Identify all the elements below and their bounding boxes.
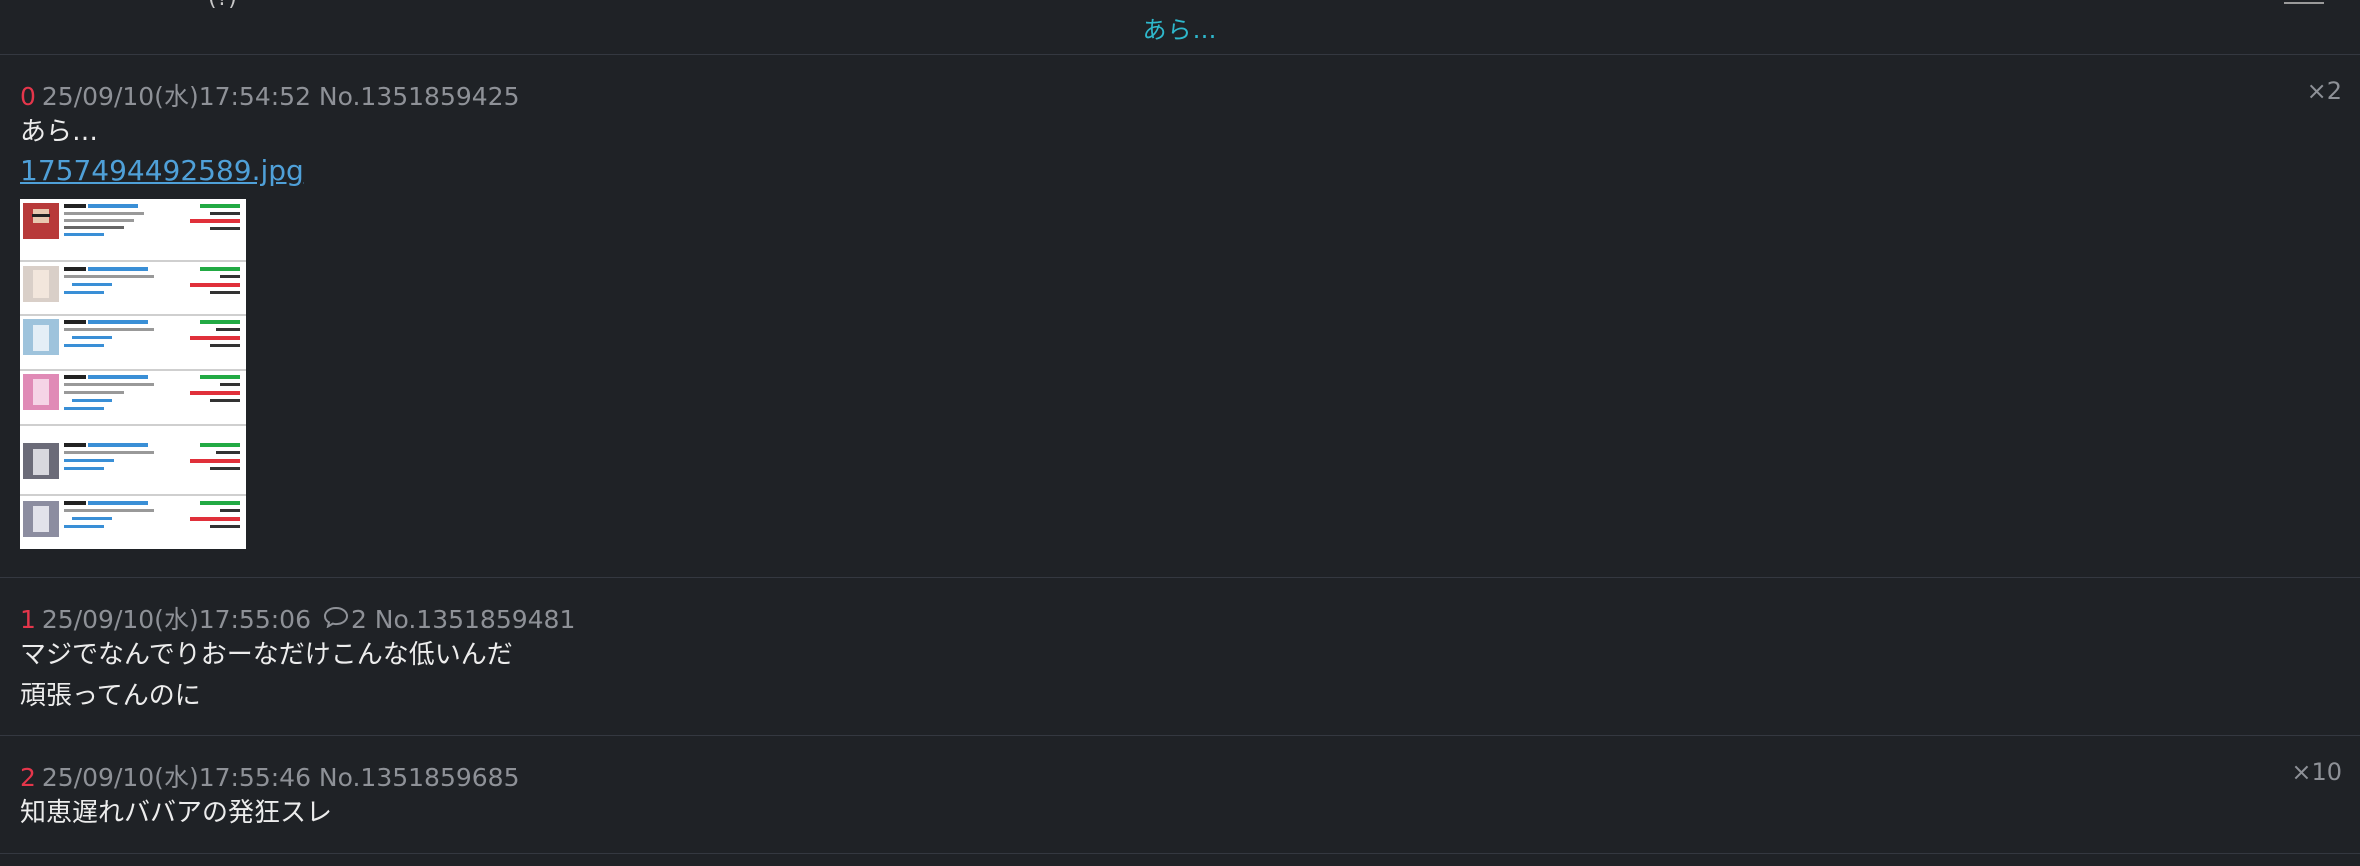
post-header: 0 25/09/10(水)17:54:52 No.1351859425 [20,77,519,113]
top-right-partial-icon[interactable] [2284,0,2324,4]
post-body-line: 知恵遅れババアの発狂スレ [20,798,333,828]
reply-count[interactable]: 2 [351,605,367,634]
thread-top-bar: (?) あら… [0,0,2360,55]
post-body: 知恵遅れババアの発狂スレ [20,793,332,834]
post-number[interactable]: 2 [20,763,36,792]
post-body: マジでなんでりおーなだけこんな低いんだ 頑張ってんのに [20,635,513,717]
post-no: No.1351859481 [374,605,576,634]
quote-count-badge[interactable]: ×2 [2307,77,2342,105]
post-meta: 25/09/10(水)17:54:52 No.1351859425 [41,82,520,111]
post-meta: 25/09/10(水)17:55:46 No.1351859685 [41,763,520,792]
post-body-line: あら… [20,117,99,147]
reply-bubble-icon[interactable] [323,605,349,634]
attached-file-link[interactable]: 1757494492589.jpg [20,154,304,187]
thread-title: あら… [1142,16,1218,44]
post-number[interactable]: 0 [20,82,36,111]
post-1: 1 25/09/10(水)17:55:06 2 No.1351859481 マジで… [0,578,2360,736]
ranking-list-image [20,199,246,549]
post-date: 25/09/10(水)17:55:06 [41,605,311,634]
post-0: 0 25/09/10(水)17:54:52 No.1351859425 ×2 あら… [0,55,2360,578]
post-header: 1 25/09/10(水)17:55:06 2 No.1351859481 [20,600,575,638]
post-2: 2 25/09/10(水)17:55:46 No.1351859685 ×10 知… [0,736,2360,854]
post-body-line: マジでなんでりおーなだけこんな低いんだ [20,640,513,670]
post-header: 2 25/09/10(水)17:55:46 No.1351859685 [20,758,519,794]
post-number[interactable]: 1 [20,605,36,634]
post-body: あら… [20,112,98,153]
post-body-line: 頑張ってんのに [20,681,201,711]
quote-count-badge[interactable]: ×10 [2291,758,2342,786]
attached-image-thumbnail[interactable] [20,199,246,549]
